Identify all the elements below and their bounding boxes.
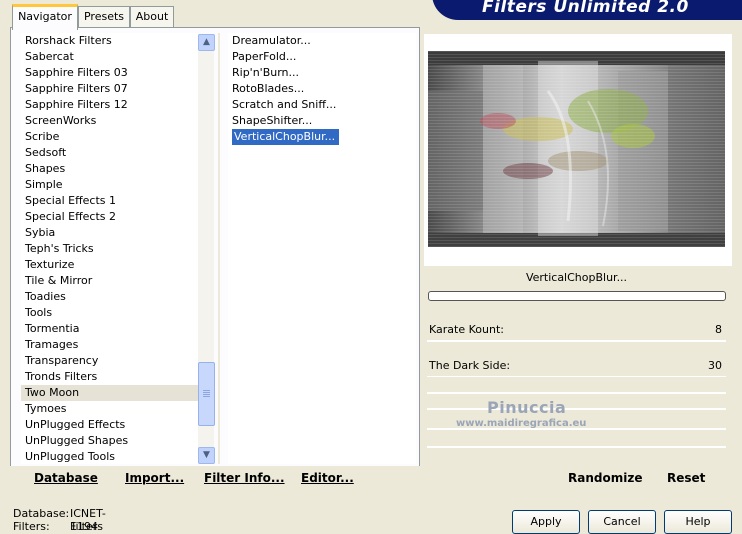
category-item[interactable]: UnPlugged Tools	[21, 449, 198, 464]
filter-item-label: Dreamulator...	[232, 34, 311, 47]
scroll-up-button[interactable]: ▲	[198, 34, 215, 51]
filter-info-button[interactable]: Filter Info...	[204, 471, 285, 485]
filter-item-label: Rip'n'Burn...	[232, 66, 300, 79]
category-item[interactable]: ScreenWorks	[21, 113, 198, 129]
status-filters-label: Filters:	[13, 520, 50, 533]
category-item[interactable]: Sapphire Filters 12	[21, 97, 198, 113]
category-item[interactable]: UnPlugged Effects	[21, 417, 198, 433]
category-item[interactable]: Scribe	[21, 129, 198, 145]
param-label: Karate Kount:	[429, 323, 504, 336]
category-item[interactable]: Tormentia	[21, 321, 198, 337]
category-scrollbar[interactable]: ▲ ▼	[198, 34, 215, 464]
slider-track[interactable]	[427, 392, 726, 394]
filter-item[interactable]: PaperFold...	[228, 49, 416, 65]
filter-item-label: VerticalChopBlur...	[232, 129, 340, 145]
filter-item[interactable]: Rip'n'Burn...	[228, 65, 416, 81]
watermark-url: www.maidiregrafica.eu	[456, 418, 587, 429]
category-item[interactable]: Special Effects 2	[21, 209, 198, 225]
app-title: Filters Unlimited 2.0	[482, 0, 689, 17]
category-item[interactable]: Teph's Tricks	[21, 241, 198, 257]
database-button[interactable]: Database	[34, 471, 98, 485]
category-item[interactable]: Simple	[21, 177, 198, 193]
filter-item-label: RotoBlades...	[232, 82, 305, 95]
category-item[interactable]: Sapphire Filters 03	[21, 65, 198, 81]
selected-filter-label: VerticalChopBlur...	[427, 267, 726, 289]
slider-track[interactable]	[427, 340, 726, 342]
category-list[interactable]: Rorshack Filters Sabercat Sapphire Filters…	[21, 33, 198, 464]
category-item[interactable]: Tools	[21, 305, 198, 321]
category-item[interactable]: Shapes	[21, 161, 198, 177]
category-item[interactable]: Tile & Mirror	[21, 273, 198, 289]
progress-bar	[428, 291, 726, 301]
apply-button[interactable]: Apply	[512, 510, 580, 534]
reset-button[interactable]: Reset	[667, 471, 705, 485]
category-item[interactable]: Sedsoft	[21, 145, 198, 161]
filter-item[interactable]: Scratch and Sniff...	[228, 97, 416, 113]
category-item[interactable]: Sybia	[21, 225, 198, 241]
scroll-thumb[interactable]	[198, 362, 215, 426]
slider-track[interactable]	[427, 408, 726, 410]
filter-item[interactable]: RotoBlades...	[228, 81, 416, 97]
param-row-karate-kount[interactable]: Karate Kount: 8	[427, 320, 726, 341]
category-item[interactable]: Transparency	[21, 353, 198, 369]
preview-image	[428, 51, 725, 247]
help-button[interactable]: Help	[664, 510, 732, 534]
scroll-down-button[interactable]: ▼	[198, 447, 215, 464]
watermark-name: Pinuccia	[487, 398, 567, 417]
filter-item[interactable]: Dreamulator...	[228, 33, 416, 49]
filter-item[interactable]: VerticalChopBlur...	[228, 129, 416, 145]
status-filters: Filters: 1194	[13, 520, 98, 533]
filter-item-label: ShapeShifter...	[232, 114, 313, 127]
category-item[interactable]: UnPlugged Shapes	[21, 433, 198, 449]
filter-item-label: Scratch and Sniff...	[232, 98, 337, 111]
cancel-button[interactable]: Cancel	[588, 510, 656, 534]
filter-item[interactable]: ShapeShifter...	[228, 113, 416, 129]
status-database-label: Database:	[13, 507, 70, 520]
import-button[interactable]: Import...	[125, 471, 184, 485]
category-item[interactable]: Sabercat	[21, 49, 198, 65]
slider-track[interactable]	[427, 446, 726, 448]
param-value: 8	[715, 323, 722, 336]
tab-presets[interactable]: Presets	[78, 6, 130, 27]
category-item[interactable]: Two Moon	[21, 385, 198, 401]
param-row-dark-side[interactable]: The Dark Side: 30	[427, 356, 726, 377]
randomize-button[interactable]: Randomize	[568, 471, 642, 485]
param-value: 30	[708, 359, 722, 372]
status-filters-value: 1194	[70, 520, 98, 533]
category-item[interactable]: Tramages	[21, 337, 198, 353]
category-item[interactable]: Toadies	[21, 289, 198, 305]
category-item[interactable]: Rorshack Filters	[21, 33, 198, 49]
category-item[interactable]: Special Effects 1	[21, 193, 198, 209]
filter-item-label: PaperFold...	[232, 50, 297, 63]
editor-button[interactable]: Editor...	[301, 471, 354, 485]
category-item[interactable]: Sapphire Filters 07	[21, 81, 198, 97]
category-item[interactable]: Tronds Filters	[21, 369, 198, 385]
category-item[interactable]: Tymoes	[21, 401, 198, 417]
filter-list[interactable]: Dreamulator... PaperFold... Rip'n'Burn... R…	[228, 33, 416, 464]
param-label: The Dark Side:	[429, 359, 511, 372]
list-divider	[218, 33, 220, 464]
status-database: Database: ICNET-Filters	[13, 507, 106, 533]
category-item[interactable]: Texturize	[21, 257, 198, 273]
tab-navigator[interactable]: Navigator	[12, 4, 78, 30]
tab-about[interactable]: About	[130, 6, 174, 27]
